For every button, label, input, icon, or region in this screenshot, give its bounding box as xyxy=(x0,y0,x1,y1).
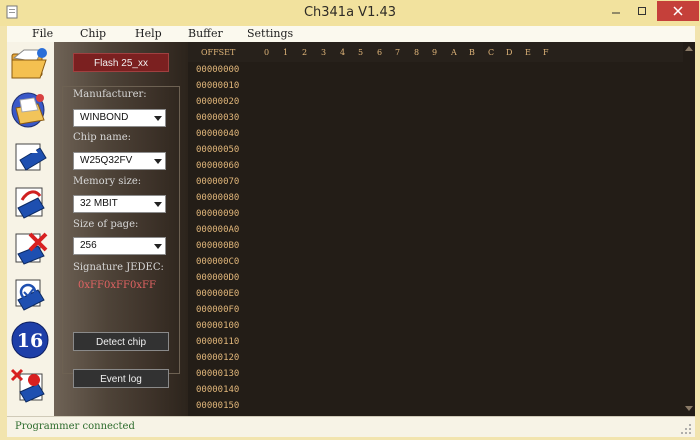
column-header: 5 xyxy=(358,48,364,57)
close-button[interactable] xyxy=(657,1,699,21)
hex-16-icon[interactable]: 16 xyxy=(10,320,50,360)
chip-name-label: Chip name: xyxy=(73,132,132,143)
row-offset: 00000150 xyxy=(196,401,240,411)
row-offset: 00000120 xyxy=(196,353,240,363)
chip-panel: Flash 25_xx Manufacturer: WINBOND Chip n… xyxy=(54,42,188,416)
column-header: A xyxy=(451,48,457,57)
chip-settings-frame xyxy=(62,86,180,374)
signature-byte-1: 0xFF xyxy=(78,280,104,291)
row-offset: 000000C0 xyxy=(196,257,240,267)
column-header: 1 xyxy=(283,48,289,57)
auto-program-icon[interactable] xyxy=(10,366,50,406)
chevron-down-icon xyxy=(154,159,162,164)
row-offset: 00000080 xyxy=(196,193,240,203)
memory-size-label: Memory size: xyxy=(73,176,142,187)
menu-file[interactable]: File xyxy=(32,27,53,40)
menu-help[interactable]: Help xyxy=(135,27,162,40)
signature-label: Signature JEDEC: xyxy=(73,262,164,273)
row-offset: 00000010 xyxy=(196,81,240,91)
column-header: 7 xyxy=(395,48,401,57)
manufacturer-value: WINBOND xyxy=(80,112,129,123)
scroll-up-icon[interactable] xyxy=(685,46,693,52)
row-offset: 000000B0 xyxy=(196,241,240,251)
status-bar: Programmer connected xyxy=(7,416,695,437)
row-offset: 000000D0 xyxy=(196,273,240,283)
chevron-down-icon xyxy=(154,244,162,249)
manufacturer-label: Manufacturer: xyxy=(73,89,147,100)
row-offset: 00000060 xyxy=(196,161,240,171)
chip-name-value: W25Q32FV xyxy=(80,155,133,166)
column-header: C xyxy=(488,48,495,57)
app-window: Ch341a V1.43 File Chip Help Buffer Setti… xyxy=(0,0,700,440)
row-offset: 00000040 xyxy=(196,129,240,139)
row-offset: 00000070 xyxy=(196,177,240,187)
page-size-value: 256 xyxy=(80,240,97,251)
chevron-down-icon xyxy=(154,202,162,207)
toolbar: 16 xyxy=(7,42,55,416)
row-offset: 00000090 xyxy=(196,209,240,219)
menu-chip[interactable]: Chip xyxy=(80,27,106,40)
row-offset: 00000050 xyxy=(196,145,240,155)
offset-header: OFFSET xyxy=(201,48,236,57)
vertical-scrollbar[interactable] xyxy=(683,42,695,416)
column-header: 3 xyxy=(321,48,327,57)
hex-editor[interactable]: OFFSET 0 1 2 3 4 5 6 7 8 9 A B C D E F 0… xyxy=(188,42,695,416)
write-chip-icon[interactable] xyxy=(10,182,50,222)
row-offset: 00000030 xyxy=(196,113,240,123)
manufacturer-select[interactable]: WINBOND xyxy=(73,109,166,127)
signature-byte-3: 0xFF xyxy=(130,280,156,291)
row-offset: 00000110 xyxy=(196,337,240,347)
memory-size-select[interactable]: 32 MBIT xyxy=(73,195,166,213)
menu-bar: File Chip Help Buffer Settings xyxy=(7,26,695,43)
row-offset: 00000000 xyxy=(196,65,240,75)
row-offset: 000000F0 xyxy=(196,305,240,315)
menu-buffer[interactable]: Buffer xyxy=(188,27,223,40)
row-offset: 000000E0 xyxy=(196,289,240,299)
menu-settings[interactable]: Settings xyxy=(247,27,293,40)
column-header: 4 xyxy=(340,48,346,57)
column-header: 6 xyxy=(377,48,383,57)
svg-text:16: 16 xyxy=(17,330,43,352)
read-chip-icon[interactable] xyxy=(10,136,50,176)
column-header: 2 xyxy=(302,48,308,57)
maximize-button[interactable] xyxy=(629,1,655,21)
save-folder-icon[interactable] xyxy=(10,90,50,130)
erase-chip-icon[interactable] xyxy=(10,228,50,268)
close-icon xyxy=(673,6,683,16)
hex-header: OFFSET 0 1 2 3 4 5 6 7 8 9 A B C D E F xyxy=(188,42,683,62)
open-folder-icon[interactable] xyxy=(10,44,50,84)
row-offset: 000000A0 xyxy=(196,225,240,235)
title-bar[interactable]: Ch341a V1.43 xyxy=(0,0,700,26)
flash-type-button[interactable]: Flash 25_xx xyxy=(73,53,169,72)
column-header: E xyxy=(525,48,531,57)
event-log-button[interactable]: Event log xyxy=(73,369,169,388)
column-header: D xyxy=(506,48,513,57)
column-header: 8 xyxy=(414,48,420,57)
row-offset: 00000020 xyxy=(196,97,240,107)
status-text: Programmer connected xyxy=(15,421,135,432)
row-offset: 00000100 xyxy=(196,321,240,331)
minimize-icon xyxy=(612,12,620,14)
page-size-select[interactable]: 256 xyxy=(73,237,166,255)
row-offset: 00000140 xyxy=(196,385,240,395)
memory-size-value: 32 MBIT xyxy=(80,198,118,209)
signature-byte-2: 0xFF xyxy=(104,280,130,291)
column-header: B xyxy=(469,48,475,57)
scroll-down-icon[interactable] xyxy=(685,406,693,412)
resize-grip-icon[interactable] xyxy=(680,423,692,435)
page-size-label: Size of page: xyxy=(73,219,139,230)
column-header: F xyxy=(543,48,549,57)
column-header: 9 xyxy=(432,48,438,57)
column-header: 0 xyxy=(264,48,270,57)
window-title: Ch341a V1.43 xyxy=(303,5,397,20)
maximize-icon xyxy=(638,7,646,15)
chevron-down-icon xyxy=(154,116,162,121)
chip-name-select[interactable]: W25Q32FV xyxy=(73,152,166,170)
row-offset: 00000130 xyxy=(196,369,240,379)
detect-chip-button[interactable]: Detect chip xyxy=(73,332,169,351)
verify-chip-icon[interactable] xyxy=(10,274,50,314)
minimize-button[interactable] xyxy=(603,1,629,21)
